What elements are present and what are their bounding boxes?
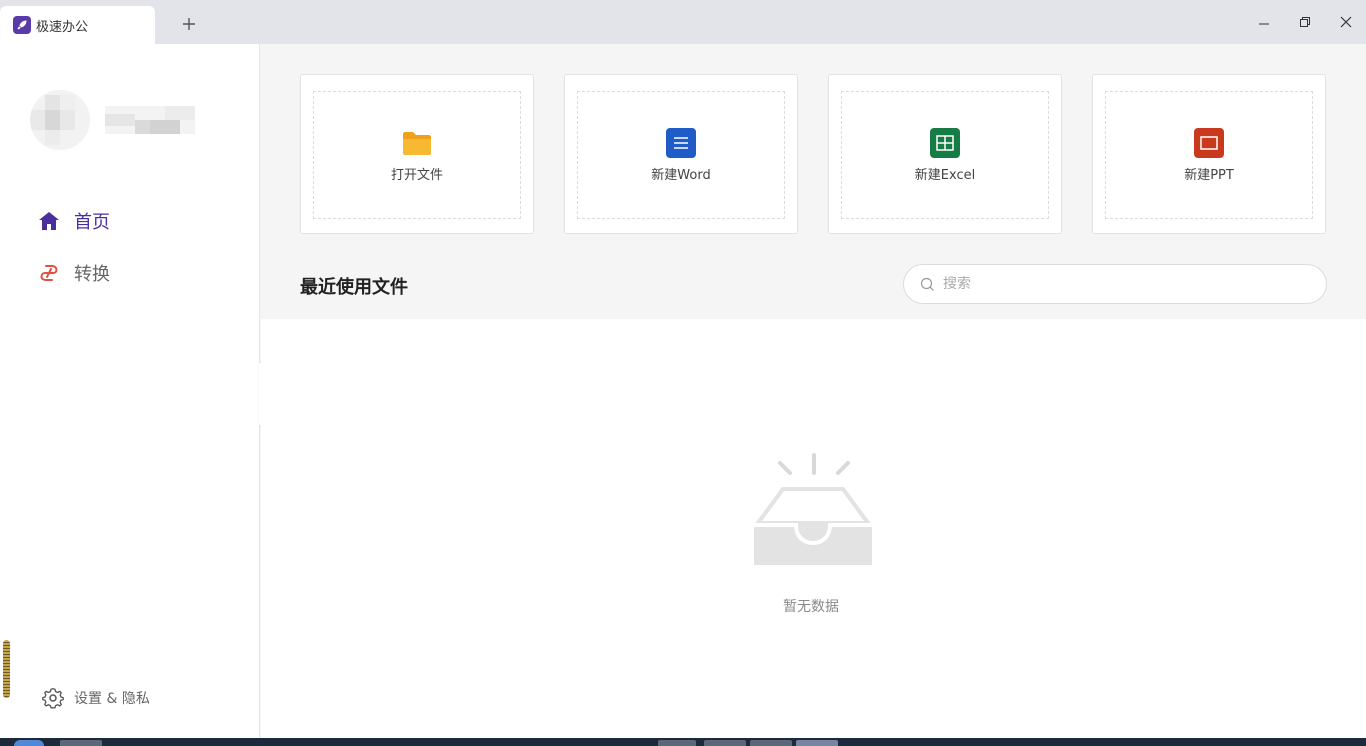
new-word-card[interactable]: 新建Word: [564, 74, 798, 234]
taskbar-item[interactable]: [750, 740, 792, 746]
card-label: 新建Word: [651, 167, 711, 183]
username-blurred: [105, 106, 195, 134]
taskbar-item[interactable]: [658, 740, 696, 746]
card-label: 打开文件: [390, 167, 443, 183]
convert-icon: [40, 265, 58, 281]
empty-inbox-icon: [752, 453, 874, 571]
excel-sheet-icon: [930, 127, 960, 158]
folder-icon: [402, 128, 432, 158]
restore-button[interactable]: [1295, 12, 1315, 32]
tab-title: 极速办公: [36, 19, 89, 35]
empty-state-text: 暂无数据: [783, 599, 839, 615]
sidebar-item-home[interactable]: 首页: [38, 206, 110, 236]
app-tab[interactable]: 极速办公: [0, 6, 155, 44]
title-bar: 极速办公: [0, 0, 1366, 44]
settings-privacy-button[interactable]: 设置 & 隐私: [42, 687, 150, 709]
search-input[interactable]: [943, 276, 1303, 292]
close-icon: [1340, 16, 1352, 28]
word-doc-icon: [666, 127, 696, 158]
new-ppt-card[interactable]: 新建PPT: [1092, 74, 1326, 234]
ppt-slide-icon: [1194, 127, 1224, 158]
minimize-icon: [1259, 23, 1269, 25]
taskbar-item[interactable]: [704, 740, 746, 746]
sidebar: 首页 转换 设置 & 隐私: [0, 44, 260, 738]
taskbar-item[interactable]: [60, 740, 102, 746]
sidebar-item-label: 转换: [74, 264, 110, 285]
start-button[interactable]: [14, 740, 44, 746]
gear-icon: [42, 688, 64, 709]
close-window-button[interactable]: [1336, 12, 1356, 32]
new-tab-button[interactable]: [178, 13, 200, 35]
open-file-card[interactable]: 打开文件: [300, 74, 534, 234]
settings-label: 设置 & 隐私: [74, 691, 150, 707]
taskbar-item[interactable]: [796, 740, 838, 746]
sidebar-item-convert[interactable]: 转换: [38, 258, 110, 288]
sidebar-item-label: 首页: [74, 212, 110, 233]
plus-icon: [183, 18, 195, 30]
restore-icon: [1300, 17, 1310, 27]
rocket-logo-icon: [13, 16, 31, 34]
home-icon: [39, 212, 59, 230]
recent-files-title: 最近使用文件: [300, 277, 408, 298]
avatar[interactable]: [30, 90, 90, 150]
new-excel-card[interactable]: 新建Excel: [828, 74, 1062, 234]
search-box[interactable]: [903, 264, 1327, 304]
minimize-button[interactable]: [1254, 12, 1274, 32]
card-label: 新建Excel: [914, 167, 976, 183]
search-icon: [920, 277, 934, 291]
sidebar-scroll-handle[interactable]: [3, 640, 10, 698]
card-label: 新建PPT: [1184, 167, 1234, 183]
